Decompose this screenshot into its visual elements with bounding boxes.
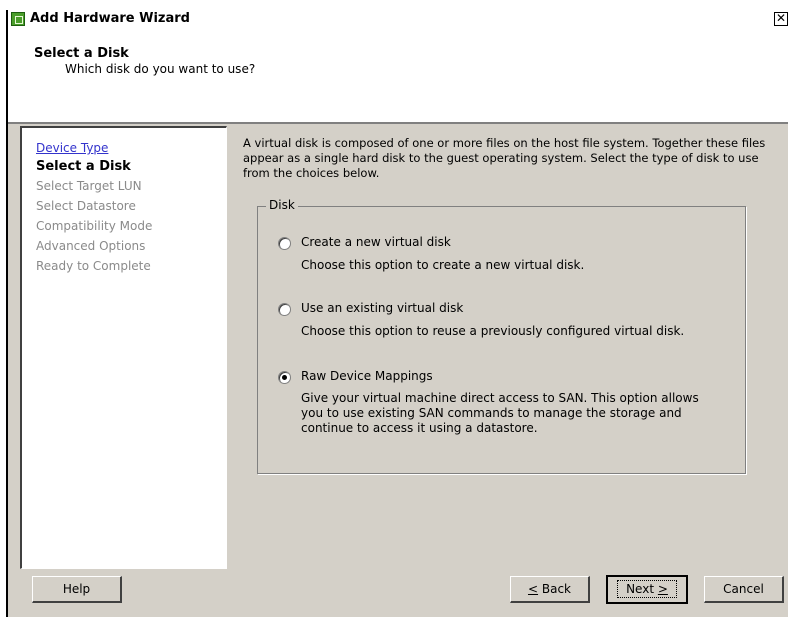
create-new-disk-label[interactable]: Create a new virtual disk: [301, 235, 451, 249]
step-select-datastore: Select Datastore: [36, 199, 136, 213]
create-new-disk-radio[interactable]: [278, 237, 291, 250]
close-button[interactable]: ✕: [774, 12, 788, 26]
wizard-content: A virtual disk is composed of one or mor…: [232, 126, 788, 568]
cancel-button[interactable]: Cancel: [704, 576, 784, 603]
back-button[interactable]: < Back: [510, 576, 590, 603]
use-existing-disk-radio[interactable]: [278, 303, 291, 316]
next-focus-rect: Next >: [617, 580, 677, 598]
disk-description: A virtual disk is composed of one or mor…: [243, 136, 766, 180]
window-title: Add Hardware Wizard: [30, 11, 190, 26]
back-button-label: Back: [538, 582, 571, 596]
step-device-type[interactable]: Device Type: [36, 141, 108, 155]
use-existing-disk-description: Choose this option to reuse a previously…: [301, 324, 685, 338]
radio-selected-dot: [282, 375, 287, 380]
cancel-button-label: Cancel: [723, 582, 764, 596]
disk-group-label: Disk: [266, 198, 298, 212]
wizard-steps-panel: Device Type Select a Disk Select Target …: [20, 126, 227, 569]
next-button[interactable]: Next >: [606, 575, 688, 604]
raw-device-mappings-label[interactable]: Raw Device Mappings: [301, 369, 433, 383]
step-select-disk: Select a Disk: [36, 159, 131, 174]
use-existing-disk-label[interactable]: Use an existing virtual disk: [301, 301, 463, 315]
wizard-header: Select a Disk Which disk do you want to …: [8, 29, 788, 124]
wizard-window: Add Hardware Wizard ✕ Select a Disk Whic…: [6, 10, 788, 617]
help-button[interactable]: Help: [32, 576, 122, 603]
step-advanced-options: Advanced Options: [36, 239, 146, 253]
page-title: Select a Disk: [34, 46, 129, 61]
create-new-disk-description: Choose this option to create a new virtu…: [301, 258, 585, 272]
page-subtitle: Which disk do you want to use?: [65, 62, 256, 76]
raw-device-mappings-radio[interactable]: [278, 371, 291, 384]
step-ready-to-complete: Ready to Complete: [36, 259, 151, 273]
step-compatibility-mode: Compatibility Mode: [36, 219, 153, 233]
help-button-label: Help: [62, 582, 91, 596]
next-button-label: Next: [626, 582, 658, 596]
step-select-target-lun: Select Target LUN: [36, 179, 142, 193]
hardware-wizard-icon: [11, 12, 25, 26]
title-bar: Add Hardware Wizard ✕: [8, 10, 788, 30]
raw-device-mappings-description: Give your virtual machine direct access …: [301, 391, 699, 435]
next-accelerator: >: [657, 582, 668, 596]
back-accelerator: <: [527, 582, 539, 596]
disk-groupbox: Disk Create a new virtual disk Choose th…: [257, 198, 746, 474]
